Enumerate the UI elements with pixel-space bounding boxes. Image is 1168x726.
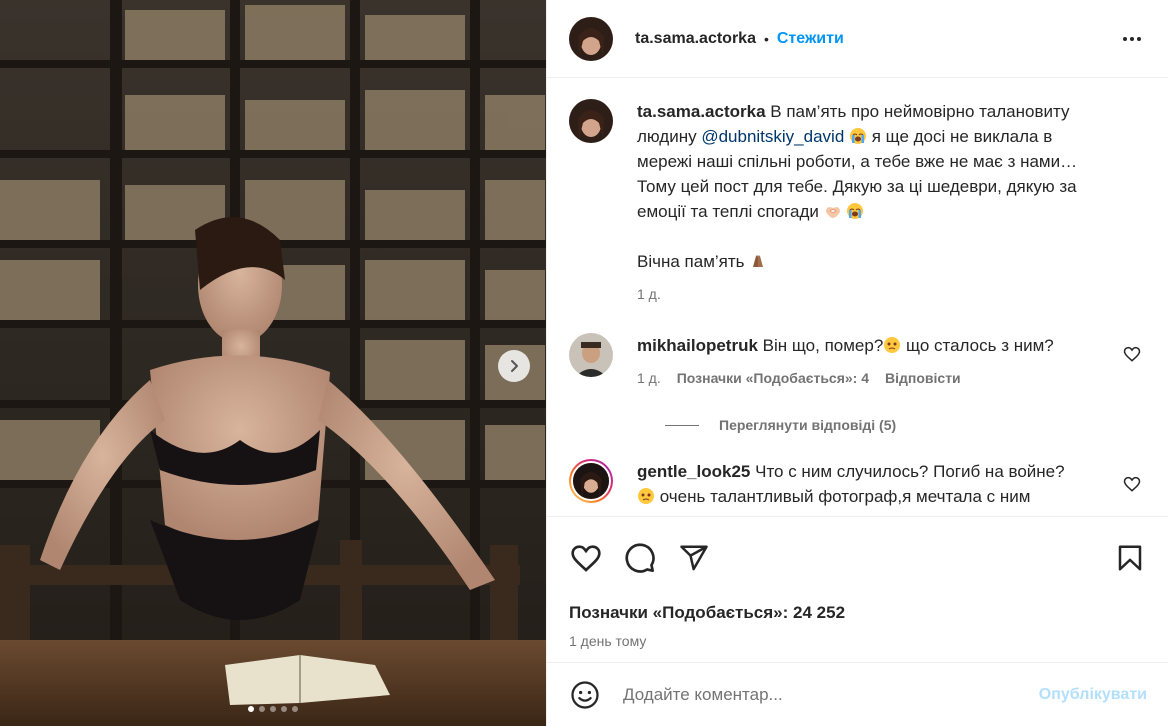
post-header: ta.sama.actorka • Стежити: [547, 0, 1168, 78]
add-comment-bar: Опублікувати: [547, 662, 1168, 726]
reply-button[interactable]: Відповісти: [885, 366, 961, 391]
publish-button[interactable]: Опублікувати: [1039, 686, 1147, 704]
likes-count[interactable]: Позначки «Подобається»: 24 252: [569, 603, 1147, 623]
crying-face-icon: [847, 203, 864, 219]
view-replies-button[interactable]: Переглянути відповіді (5): [665, 417, 1147, 433]
comment-text-part: Він що, помер?: [762, 336, 884, 355]
comments-list[interactable]: ta.sama.actorka В пам’ять про неймовірно…: [547, 79, 1168, 516]
replies-divider: [665, 424, 699, 426]
comment-text-part: що сталось з ним?: [901, 336, 1054, 355]
mention-link[interactable]: @dubnitskiy_david: [701, 127, 844, 146]
comment-likes-count[interactable]: Позначки «Подобається»: 4: [677, 366, 869, 391]
carousel-dot: [281, 706, 287, 712]
crying-face-icon: [850, 128, 867, 144]
comment-meta: 1 д. Позначки «Подобається»: 4 Відповіст…: [637, 366, 1107, 391]
author-avatar[interactable]: [569, 16, 613, 61]
comment-button[interactable]: [623, 541, 657, 575]
comment-row: gentle_look25 Что с ним случилось? Погиб…: [569, 459, 1147, 509]
follow-button[interactable]: Стежити: [777, 30, 844, 48]
action-icon-bar: [569, 541, 1147, 575]
comment-text: mikhailopetruk Він що, помер? що сталось…: [637, 333, 1107, 358]
emoji-picker-button[interactable]: [569, 679, 601, 711]
caption-row: ta.sama.actorka В пам’ять про неймовірно…: [569, 99, 1147, 307]
like-button[interactable]: [569, 541, 603, 575]
smiley-icon: [571, 680, 599, 709]
separator-dot: •: [763, 30, 769, 47]
comment-text-part: очень талантливый фотограф,я мечтала с н…: [655, 487, 1031, 506]
carousel-indicators: [0, 706, 546, 712]
more-horizontal-icon: [1123, 36, 1141, 41]
author-username[interactable]: ta.sama.actorka: [635, 30, 756, 48]
post-media[interactable]: [0, 0, 546, 726]
heart-icon[interactable]: [1123, 345, 1141, 363]
caption-text: ta.sama.actorka В пам’ять про неймовірно…: [637, 99, 1107, 224]
carousel-dot: [259, 706, 265, 712]
caption-meta: 1 д.: [637, 282, 1107, 307]
commenter-avatar[interactable]: [569, 333, 613, 377]
comment-text-part: Что с ним случилось? Погиб на войне?: [755, 462, 1065, 481]
more-options-button[interactable]: [1118, 25, 1146, 53]
caption-memory-line: Вічна пам’ять: [637, 249, 1107, 274]
comment-body: gentle_look25 Что с ним случилось? Погиб…: [637, 459, 1107, 509]
post-actions: Позначки «Подобається»: 24 252 1 день то…: [547, 516, 1168, 662]
comment-text: gentle_look25 Что с ним случилось? Погиб…: [637, 459, 1107, 509]
praying-hands-icon: [753, 255, 764, 267]
caption-memory-text: Вічна пам’ять: [637, 252, 750, 271]
comment-input[interactable]: [623, 684, 1039, 705]
chevron-right-icon: [511, 360, 518, 372]
heart-hands-icon: [825, 207, 840, 218]
caption-time[interactable]: 1 д.: [637, 282, 661, 307]
post-side-panel: ta.sama.actorka • Стежити ta.sama.actork…: [546, 0, 1168, 726]
post-photo: [0, 0, 546, 726]
carousel-dot: [270, 706, 276, 712]
worried-face-icon: [884, 337, 901, 353]
worried-face-icon: [638, 488, 654, 504]
comment-row: mikhailopetruk Він що, помер? що сталось…: [569, 333, 1147, 391]
comment-icon: [625, 543, 655, 573]
next-slide-button[interactable]: [498, 350, 530, 382]
comment-username[interactable]: mikhailopetruk: [637, 336, 758, 355]
caption-body: ta.sama.actorka В пам’ять про неймовірно…: [637, 99, 1107, 307]
share-button[interactable]: [677, 541, 711, 575]
carousel-dot: [248, 706, 254, 712]
post-date[interactable]: 1 день тому: [569, 633, 1147, 649]
comment-body: mikhailopetruk Він що, помер? що сталось…: [637, 333, 1107, 391]
caption-avatar[interactable]: [569, 99, 613, 143]
bookmark-icon: [1118, 545, 1142, 571]
share-icon: [680, 545, 708, 571]
heart-icon: [571, 545, 601, 572]
save-button[interactable]: [1113, 541, 1147, 575]
comment-time[interactable]: 1 д.: [637, 366, 661, 391]
comment-username[interactable]: gentle_look25: [637, 462, 750, 481]
carousel-dot: [292, 706, 298, 712]
heart-icon[interactable]: [1123, 475, 1141, 493]
view-replies-label: Переглянути відповіді (5): [719, 417, 897, 433]
caption-username[interactable]: ta.sama.actorka: [637, 102, 766, 121]
commenter-avatar-story[interactable]: [569, 459, 613, 503]
